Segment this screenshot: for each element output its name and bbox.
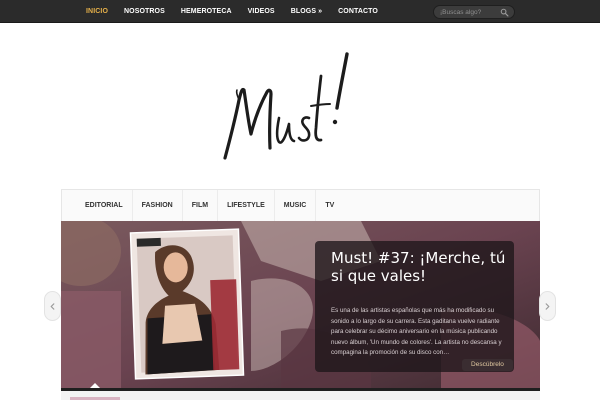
topnav-item-contacto[interactable]: CONTACTO — [330, 0, 386, 23]
category-film[interactable]: FILM — [183, 190, 219, 221]
category-music[interactable]: MUSIC — [275, 190, 317, 221]
chevron-left-icon — [50, 302, 55, 310]
search-icon[interactable] — [500, 8, 509, 17]
content-area-top — [61, 391, 540, 400]
magazine-cover[interactable] — [129, 228, 245, 380]
featured-slider: Must! #37: ¡Merche, tú si que vales! Es … — [61, 221, 540, 391]
slider-next-button[interactable] — [539, 291, 556, 321]
slide-excerpt: Es una de las artistas españolas que más… — [331, 307, 502, 356]
topnav-item-hemeroteca[interactable]: HEMEROTECA — [173, 0, 240, 23]
site-logo[interactable] — [215, 48, 365, 163]
topnav-item-videos[interactable]: VIDEOS — [240, 0, 283, 23]
slider-active-marker — [90, 383, 100, 388]
category-editorial[interactable]: EDITORIAL — [76, 190, 133, 221]
category-tv[interactable]: TV — [316, 190, 343, 221]
slide-caption: Must! #37: ¡Merche, tú si que vales! Es … — [315, 241, 514, 372]
category-lifestyle[interactable]: LIFESTYLE — [218, 190, 275, 221]
search-input[interactable] — [440, 7, 502, 18]
topnav-item-nosotros[interactable]: NOSOTROS — [116, 0, 173, 23]
category-bar: EDITORIAL FASHION FILM LIFESTYLE MUSIC T… — [61, 189, 540, 221]
chevron-right-icon — [545, 302, 550, 310]
top-navigation: INICIO NOSOTROS HEMEROTECA VIDEOS BLOGS … — [78, 0, 386, 23]
read-more-button[interactable]: Descúbrelo — [462, 359, 513, 371]
search-box — [433, 5, 515, 19]
category-navigation: EDITORIAL FASHION FILM LIFESTYLE MUSIC T… — [76, 190, 343, 221]
slide-title[interactable]: Must! #37: ¡Merche, tú si que vales! — [331, 249, 506, 285]
slider-prev-button[interactable] — [44, 291, 61, 321]
topnav-item-blogs[interactable]: BLOGS » — [283, 0, 330, 23]
category-fashion[interactable]: FASHION — [133, 190, 183, 221]
topnav-item-inicio[interactable]: INICIO — [78, 0, 116, 23]
top-bar: INICIO NOSOTROS HEMEROTECA VIDEOS BLOGS … — [0, 0, 600, 23]
